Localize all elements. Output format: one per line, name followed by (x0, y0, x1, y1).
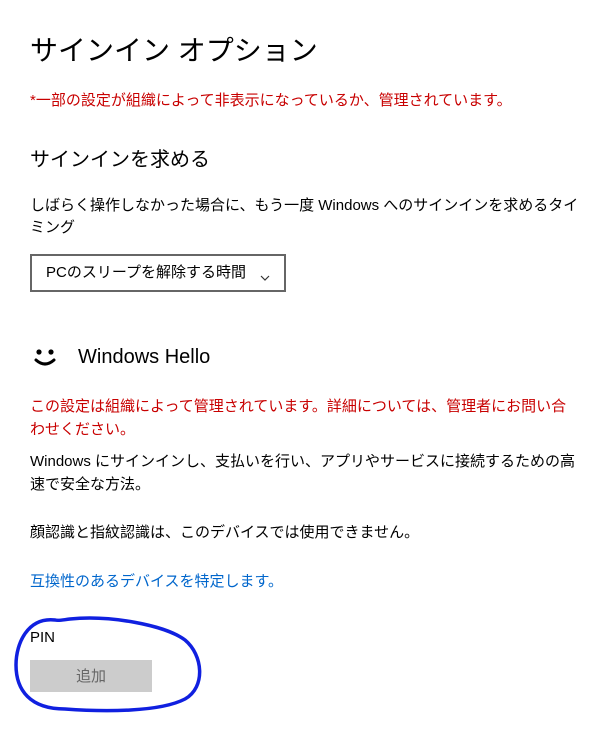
pin-add-button[interactable]: 追加 (30, 660, 152, 692)
smiley-face-icon (30, 342, 60, 372)
hello-managed-warning: この設定は組織によって管理されています。詳細については、管理者にお問い合わせくだ… (30, 396, 580, 441)
windows-hello-header: Windows Hello (30, 342, 580, 372)
hello-unavailable: 顔認識と指紋認識は、このデバイスでは使用できません。 (30, 522, 580, 545)
page-title: サインイン オプション (30, 30, 580, 72)
policy-warning: *一部の設定が組織によって非表示になっているか、管理されています。 (30, 90, 580, 113)
pin-label: PIN (30, 627, 152, 650)
hello-description: Windows にサインインし、支払いを行い、アプリやサービスに接続するための高… (30, 451, 580, 496)
signin-timing-dropdown[interactable]: PCのスリープを解除する時間 (30, 254, 286, 293)
chevron-down-icon (260, 268, 270, 278)
windows-hello-title: Windows Hello (78, 342, 210, 372)
require-signin-description: しばらく操作しなかった場合に、もう一度 Windows へのサインインを求めるタ… (30, 195, 580, 240)
dropdown-value: PCのスリープを解除する時間 (46, 262, 246, 285)
compatible-devices-link[interactable]: 互換性のあるデバイスを特定します。 (30, 571, 580, 594)
require-signin-heading: サインインを求める (30, 145, 580, 175)
